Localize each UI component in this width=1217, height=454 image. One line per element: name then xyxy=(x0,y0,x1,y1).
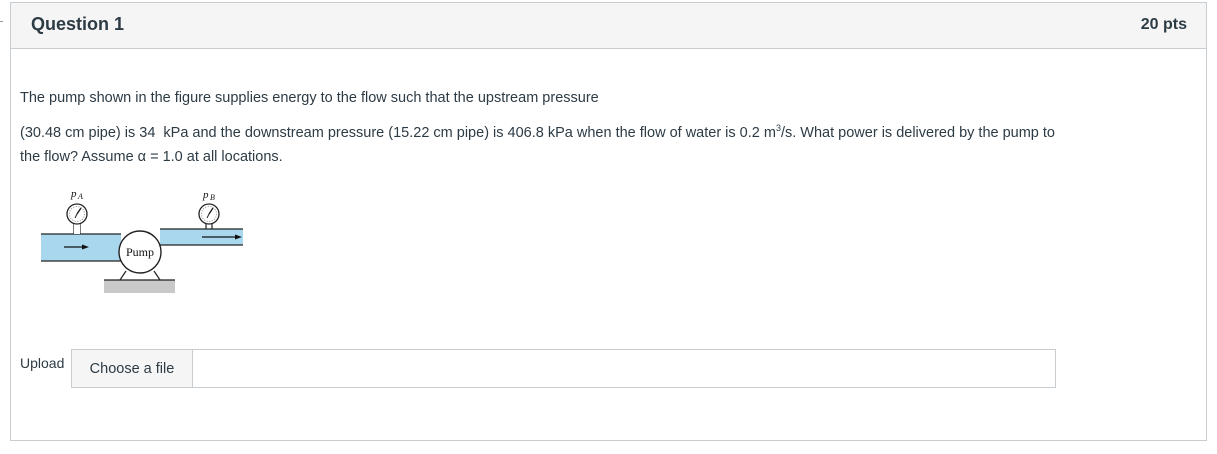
pump-label: Pump xyxy=(126,245,154,259)
gauge-a-subscript: A xyxy=(77,192,83,201)
gauge-a xyxy=(66,203,88,234)
choose-file-button[interactable]: Choose a file xyxy=(72,350,193,387)
edge-tick xyxy=(0,21,3,22)
file-upload-field[interactable]: Choose a file xyxy=(71,349,1056,388)
question-text-part-b: kPa and the downstream pressure (15.22 c… xyxy=(163,125,776,141)
question-title: Question 1 xyxy=(31,14,125,34)
pump-figure: Pump p A p B xyxy=(30,183,250,303)
question-points: 20 pts xyxy=(1140,16,1187,33)
gauge-b-label: p xyxy=(202,189,209,201)
question-header: Question 1 20 pts xyxy=(11,3,1206,49)
gauge-b-subscript: B xyxy=(210,193,215,202)
question-text-part-a: (30.48 cm pipe) is 34 xyxy=(20,125,156,141)
question-text-line-1: The pump shown in the figure supplies en… xyxy=(20,90,599,106)
gauge-b xyxy=(198,203,220,229)
pump-base xyxy=(104,280,175,293)
question-text-line-2: (30.48 cm pipe) is 34 kPa and the downstr… xyxy=(20,124,1055,142)
gauge-a-label: p xyxy=(70,188,77,200)
upload-label: Upload xyxy=(20,355,65,371)
question-text-part-c: /s. What power is delivered by the pump … xyxy=(780,125,1055,141)
question-text-line-3: the flow? Assume α = 1.0 at all location… xyxy=(20,149,283,165)
pump-diagram: Pump p A p B xyxy=(41,188,243,293)
